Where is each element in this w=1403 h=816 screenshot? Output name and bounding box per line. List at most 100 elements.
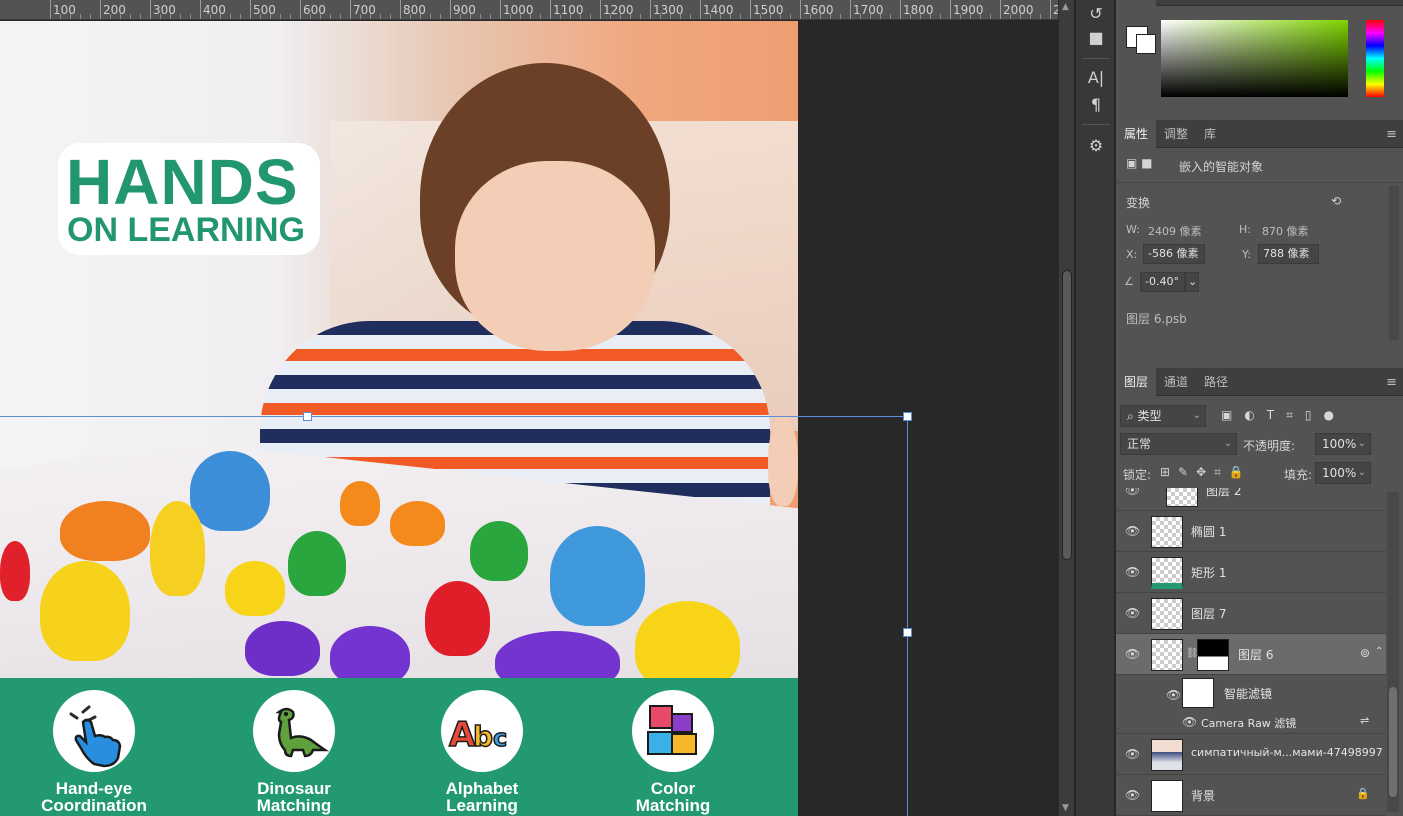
layer-filter-kind-select[interactable]: ⌕ 类型 ⌄ xyxy=(1120,405,1206,427)
tab-color[interactable]: 颜色 xyxy=(1116,0,1157,8)
filter-options-icon[interactable]: ⇌ xyxy=(1360,714,1369,727)
ruler-label: 1300 xyxy=(653,3,684,17)
ruler-label: 1600 xyxy=(803,3,834,17)
properties-scrollbar[interactable] xyxy=(1389,186,1399,340)
color-panel: 颜色 色板 渐变 图案 ≡ xyxy=(1116,0,1403,116)
layers-scroll-thumb[interactable] xyxy=(1389,687,1397,797)
3d-icon[interactable]: ⚙ xyxy=(1084,134,1108,158)
brush-preset-icon[interactable]: ■ xyxy=(1084,26,1108,50)
angle-dropdown-icon[interactable]: ⌄ xyxy=(1185,272,1199,292)
ruler-tick: 1400 xyxy=(700,0,734,19)
layer-row[interactable]: 👁 矩形 1 xyxy=(1116,552,1386,593)
smart-object-badge-icon: ⊚ xyxy=(1360,646,1371,660)
lock-icons[interactable]: ⊞✎✥⌗🔒 xyxy=(1160,465,1252,480)
eye-icon[interactable]: 👁 xyxy=(1125,747,1140,761)
eye-icon[interactable]: 👁 xyxy=(1125,606,1140,620)
tab-channels[interactable]: 通道 xyxy=(1156,368,1196,396)
blend-mode-select[interactable]: 正常 ⌄ xyxy=(1120,433,1237,455)
eye-icon[interactable]: 👁 xyxy=(1125,488,1140,497)
ruler-minor-tick xyxy=(860,14,861,19)
angle-field[interactable]: -0.40° xyxy=(1140,272,1185,292)
search-icon: ⌕ xyxy=(1127,409,1138,423)
transform-bbox-top xyxy=(0,416,908,417)
character-icon[interactable]: A| xyxy=(1084,66,1108,90)
ruler-minor-tick xyxy=(990,14,991,19)
ruler-minor-tick xyxy=(980,14,981,19)
scroll-up-icon[interactable]: ▲ xyxy=(1062,2,1069,12)
eye-icon[interactable]: 👁 xyxy=(1166,688,1181,702)
y-position-field[interactable]: 788 像素 xyxy=(1258,244,1319,264)
tab-gradients[interactable]: 渐变 xyxy=(1194,0,1234,8)
ruler-minor-tick xyxy=(140,14,141,19)
tab-adjustments[interactable]: 调整 xyxy=(1156,120,1196,148)
toy-dino xyxy=(190,451,270,531)
toy-dino xyxy=(245,621,320,676)
layer-row[interactable]: 👁 симпатичный-м...мами-47498997 xyxy=(1116,734,1386,775)
tab-libraries[interactable]: 库 xyxy=(1196,120,1224,148)
feature-label-2: Matching xyxy=(635,796,711,815)
fill-label: 填充: xyxy=(1284,468,1313,482)
foreground-color-swatch[interactable] xyxy=(1136,34,1156,54)
opacity-field[interactable]: 100% ⌄ xyxy=(1315,433,1371,455)
tab-layers[interactable]: 图层 xyxy=(1116,368,1157,396)
hue-slider[interactable] xyxy=(1366,20,1384,97)
feature-label-2: Learning xyxy=(446,796,518,815)
filter-row[interactable]: 👁 Camera Raw 滤镜 ⇌ xyxy=(1116,711,1386,734)
tab-swatches[interactable]: 色板 xyxy=(1154,0,1194,8)
color-field[interactable] xyxy=(1161,20,1348,97)
ruler-minor-tick xyxy=(840,14,841,19)
ruler-label: 1000 xyxy=(503,3,534,17)
layer-row[interactable]: 👁 背景 🔒 xyxy=(1116,775,1386,816)
layer-row-selected[interactable]: 👁 ⛓ 图层 6 ⊚ ⌃ xyxy=(1116,634,1386,675)
eye-icon[interactable]: 👁 xyxy=(1125,565,1140,579)
canvas-area[interactable]: HANDS ON LEARNING Hand-eye Coordination D… xyxy=(0,21,1058,816)
ruler-minor-tick xyxy=(670,14,671,19)
layer-row[interactable]: 👁 图层 2 xyxy=(1116,488,1386,511)
ruler-minor-tick xyxy=(340,14,341,19)
layer-row[interactable]: 👁 图层 7 xyxy=(1116,593,1386,634)
transform-handle-top-right[interactable] xyxy=(903,412,912,421)
ruler-label: 200 xyxy=(103,3,126,17)
chevron-up-icon[interactable]: ⌃ xyxy=(1375,646,1383,657)
smart-filters-row[interactable]: 👁 智能滤镜 xyxy=(1116,675,1386,711)
eye-icon[interactable]: 👁 xyxy=(1125,647,1140,661)
layers-scrollbar[interactable] xyxy=(1387,492,1399,812)
ruler-tick: 1800 xyxy=(900,0,934,19)
tab-paths[interactable]: 路径 xyxy=(1196,368,1236,396)
ruler-minor-tick xyxy=(230,14,231,19)
canvas-vertical-scrollbar[interactable]: ▲ ▼ xyxy=(1058,0,1074,816)
chevron-down-icon: ⌄ xyxy=(1223,438,1232,449)
svg-text:b: b xyxy=(473,720,493,753)
ruler-minor-tick xyxy=(310,14,311,19)
eye-icon[interactable]: 👁 xyxy=(1125,788,1140,802)
paragraph-icon[interactable]: ¶ xyxy=(1084,93,1108,117)
scroll-down-icon[interactable]: ▼ xyxy=(1062,803,1069,813)
layer-filter-icons[interactable]: ▣◐T⌗▯● xyxy=(1221,408,1346,423)
scroll-thumb[interactable] xyxy=(1062,270,1072,560)
feature-hand-eye: Hand-eye Coordination xyxy=(9,690,179,814)
reset-transform-icon[interactable]: ⟲ xyxy=(1331,194,1341,208)
width-value: 2409 像素 xyxy=(1148,225,1202,238)
ruler-minor-tick xyxy=(160,14,161,19)
transform-handle-right[interactable] xyxy=(903,628,912,637)
panel-menu-icon[interactable]: ≡ xyxy=(1386,127,1397,142)
tab-properties[interactable]: 属性 xyxy=(1116,120,1157,148)
eye-icon[interactable]: 👁 xyxy=(1125,524,1140,538)
layer-row[interactable]: 👁 椭圆 1 xyxy=(1116,511,1386,552)
fill-field[interactable]: 100% ⌄ xyxy=(1315,462,1371,484)
layer-mask-thumbnail[interactable] xyxy=(1197,639,1229,671)
eye-icon[interactable]: 👁 xyxy=(1182,715,1197,729)
layer-name: 图层 6 xyxy=(1238,648,1274,662)
ruler-minor-tick xyxy=(470,14,471,19)
history-icon[interactable]: ↺ xyxy=(1084,2,1108,26)
panel-menu-icon[interactable]: ≡ xyxy=(1386,375,1397,390)
transform-handle-top[interactable] xyxy=(303,412,312,421)
tab-patterns[interactable]: 图案 xyxy=(1234,0,1274,8)
document-canvas[interactable]: HANDS ON LEARNING Hand-eye Coordination D… xyxy=(0,21,798,816)
ruler-minor-tick xyxy=(380,14,381,19)
x-position-field[interactable]: -586 像素 xyxy=(1143,244,1205,264)
transform-bbox-right xyxy=(907,416,908,816)
ruler-label: 1200 xyxy=(603,3,634,17)
ruler-minor-tick xyxy=(410,14,411,19)
layers-tabs: 图层 通道 路径 ≡ xyxy=(1116,368,1403,396)
